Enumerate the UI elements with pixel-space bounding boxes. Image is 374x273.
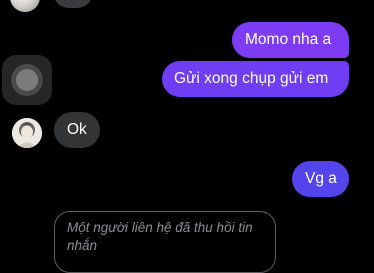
- outgoing-message-bubble[interactable]: Vg a: [292, 161, 349, 197]
- outgoing-message-bubble[interactable]: Gửi xong chụp gửi em: [162, 61, 349, 97]
- assistive-touch-icon[interactable]: [2, 55, 52, 105]
- contact-avatar[interactable]: [12, 118, 42, 148]
- recalled-message-notice[interactable]: Một người liên hệ đã thu hồi tin nhắn: [54, 211, 276, 273]
- message-text: Momo nha a: [245, 31, 332, 48]
- assistive-touch-ring: [11, 64, 43, 96]
- message-text: Ok: [67, 121, 87, 138]
- message-text: Vg a: [305, 170, 337, 187]
- incoming-message-bubble[interactable]: Ok: [54, 112, 100, 148]
- contact-avatar[interactable]: [10, 0, 40, 12]
- message-text: Gửi xong chụp gửi em: [174, 70, 329, 87]
- assistive-touch-dot: [16, 69, 38, 91]
- recalled-message-text: Một người liên hệ đã thu hồi tin nhắn: [67, 220, 253, 253]
- incoming-message-bubble-partial[interactable]: [53, 0, 93, 8]
- avatar-image: [12, 118, 42, 148]
- outgoing-message-bubble[interactable]: Momo nha a: [232, 22, 349, 58]
